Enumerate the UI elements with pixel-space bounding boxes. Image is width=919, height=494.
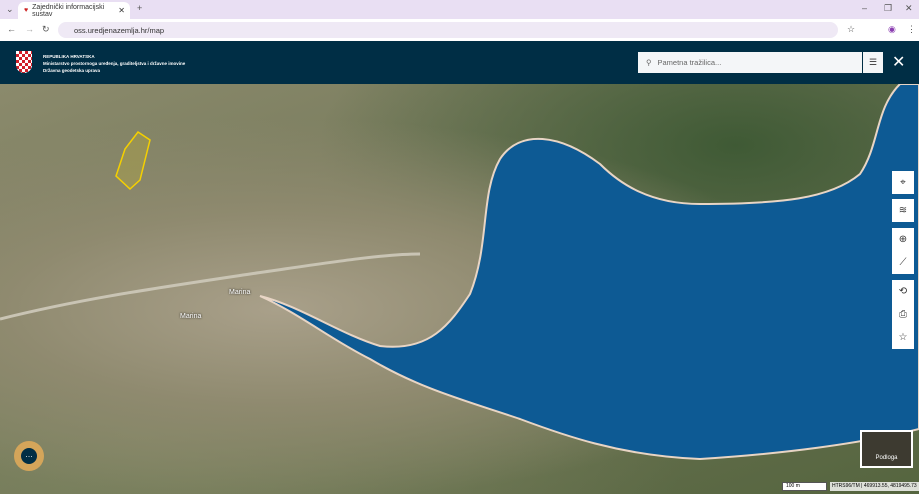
place-label: Marina	[180, 313, 202, 320]
url-text: oss.uredjenazemlja.hr/map	[74, 25, 165, 35]
location-pin-icon[interactable]: ⌖	[892, 171, 914, 194]
coordinate-readout: HTRS96/TM | 469913.55, 4819495.73	[830, 482, 919, 491]
menu-icon[interactable]: ⋮	[907, 24, 916, 35]
profile-icon[interactable]: ◉	[888, 24, 896, 35]
star-icon[interactable]: ☆	[847, 24, 855, 35]
map-canvas[interactable]: Marina Marina	[0, 84, 919, 494]
croatia-coat-of-arms-logo	[16, 51, 32, 73]
smart-search-input[interactable]: ⚲ Pametna tražilica...	[638, 52, 862, 73]
tab-title: Zajednički informacijski sustav	[32, 3, 105, 18]
header-line-2: Ministarstvo prostornoga uređenja, gradi…	[43, 61, 186, 66]
forward-icon[interactable]: →	[25, 24, 34, 34]
coords-text: HTRS96/TM | 469913.55, 4819495.73	[832, 483, 917, 489]
sea-bay	[259, 84, 919, 461]
map-layers	[0, 84, 919, 461]
chat-button[interactable]: …	[14, 441, 44, 471]
browser-tab-bar: ⌄ ♥ Zajednički informacijski sustav ✕ + …	[0, 0, 919, 19]
address-bar-row: ← → ↻ oss.uredjenazemlja.hr/map ☆ ◉ ⋮	[0, 19, 919, 41]
ministry-title: REPUBLIKA HRVATSKA Ministarstvo prostorn…	[43, 53, 185, 74]
favicon-icon: ♥	[24, 7, 29, 14]
close-button[interactable]: ✕	[892, 52, 905, 72]
header-line-3: Državna geodetska uprava	[43, 68, 101, 73]
browser-tab[interactable]: ♥ Zajednički informacijski sustav ✕	[18, 2, 130, 19]
sliders-icon: ☰	[868, 57, 878, 67]
scale-bar: 100 m	[782, 482, 827, 491]
favorite-star-icon[interactable]: ☆	[892, 326, 914, 349]
basemap-switcher[interactable]: Podloga	[860, 430, 913, 468]
search-icon: ⚲	[646, 58, 652, 67]
place-label: Marina	[229, 289, 251, 296]
close-tab-icon[interactable]: ✕	[118, 6, 125, 15]
print-icon[interactable]: ⎙	[892, 303, 914, 326]
toolbar-group-3: ⊕ ⟋	[892, 228, 914, 274]
window-close-icon[interactable]: ✕	[905, 3, 913, 14]
zoom-search-icon[interactable]: ⊕	[892, 228, 914, 251]
ruler-icon[interactable]: ⟋	[892, 251, 914, 274]
minimize-icon[interactable]: –	[862, 3, 867, 13]
parcel-outline	[115, 130, 151, 191]
road	[0, 252, 421, 321]
new-tab-icon[interactable]: +	[137, 3, 142, 13]
toolbar-group-1: ⌖	[892, 171, 914, 194]
share-icon[interactable]: ⟲	[892, 280, 914, 303]
tab-search-icon[interactable]: ⌄	[6, 4, 14, 15]
app-header: REPUBLIKA HRVATSKA Ministarstvo prostorn…	[0, 41, 919, 84]
toolbar-group-2: ≋	[892, 199, 914, 222]
scale-text: 100 m	[786, 483, 800, 489]
toolbar-group-4: ⟲ ⎙ ☆	[892, 280, 914, 349]
layers-icon[interactable]: ≋	[892, 199, 914, 222]
chat-icon: …	[21, 448, 37, 464]
search-placeholder: Pametna tražilica...	[657, 58, 722, 67]
header-line-1: REPUBLIKA HRVATSKA	[43, 54, 95, 59]
url-field[interactable]: oss.uredjenazemlja.hr/map	[58, 22, 838, 38]
restore-icon[interactable]: ❐	[884, 3, 892, 14]
reload-icon[interactable]: ↻	[42, 24, 50, 35]
back-icon[interactable]: ←	[7, 24, 16, 34]
filter-button[interactable]: ☰	[863, 52, 883, 73]
basemap-label: Podloga	[875, 455, 898, 461]
